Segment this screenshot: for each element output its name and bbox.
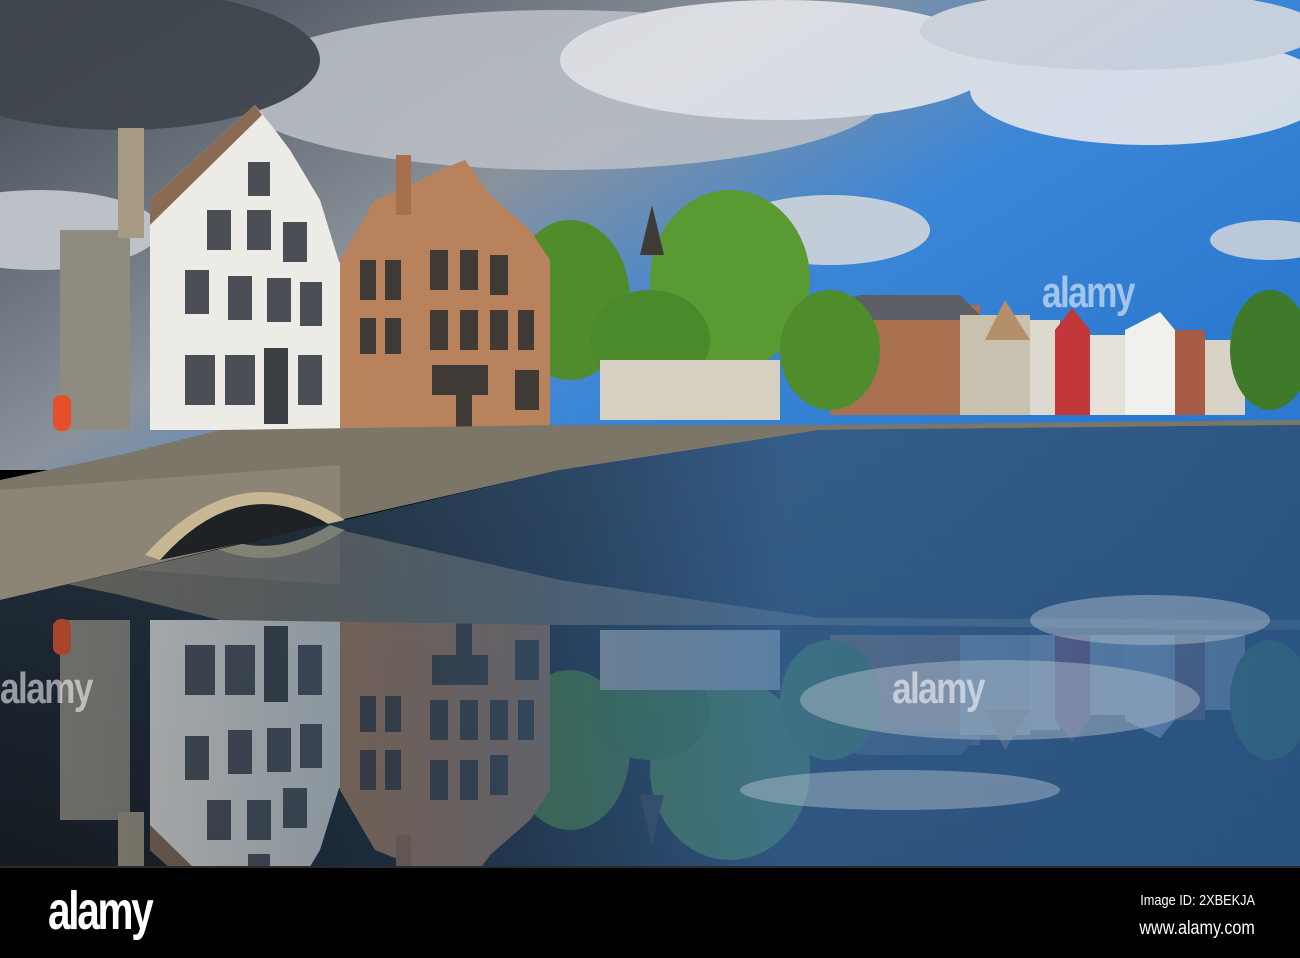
footer-bar: alamy Image ID: 2XBEKJA www.alamy.com bbox=[0, 866, 1300, 958]
image-id: Image ID: 2XBEKJA bbox=[1140, 892, 1255, 909]
alamy-logo: alamy bbox=[48, 881, 154, 941]
canal-photo bbox=[0, 0, 1300, 866]
website-link[interactable]: www.alamy.com bbox=[1140, 918, 1255, 940]
watermark: alamy bbox=[0, 664, 93, 713]
watermark: alamy bbox=[892, 664, 985, 713]
watermark: alamy bbox=[1042, 268, 1135, 317]
